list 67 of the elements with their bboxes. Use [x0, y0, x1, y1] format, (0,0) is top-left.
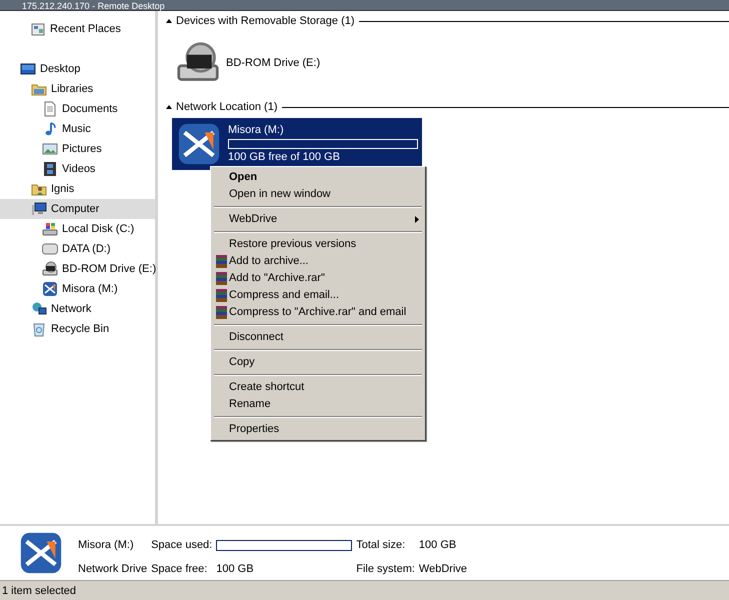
- recent-places-icon: [30, 21, 46, 37]
- sidebar-item[interactable]: Pictures: [0, 139, 155, 159]
- menu-item[interactable]: Rename: [213, 396, 423, 413]
- disc-drive-icon: [42, 261, 58, 277]
- menu-item[interactable]: Create shortcut: [213, 379, 423, 396]
- sidebar-item[interactable]: Desktop: [0, 59, 155, 79]
- document-icon: [42, 101, 58, 117]
- group-header[interactable]: Network Location (1): [176, 100, 278, 114]
- field-label: Total size:: [356, 538, 406, 552]
- sidebar-item[interactable]: Misora (M:): [0, 279, 155, 299]
- field-value: 100 GB: [216, 563, 255, 576]
- drive-type: Network Drive: [78, 563, 148, 576]
- field-label: File system:: [356, 563, 415, 576]
- sidebar-item[interactable]: Music: [0, 119, 155, 139]
- monitor-icon: [20, 61, 36, 77]
- drive-tile[interactable]: BD-ROM Drive (E:): [172, 38, 422, 88]
- field-value: WebDrive: [418, 563, 468, 576]
- sidebar-item[interactable]: Recent Places: [0, 19, 155, 39]
- menu-item[interactable]: Add to "Archive.rar": [213, 270, 423, 287]
- menu-item[interactable]: Properties: [213, 421, 423, 438]
- status-text: 1 item selected: [2, 585, 76, 597]
- group-header[interactable]: Devices with Removable Storage (1): [176, 14, 355, 28]
- recycle-bin-icon: [31, 321, 47, 337]
- menu-item[interactable]: Restore previous versions: [213, 236, 423, 253]
- window-title: 175.212.240.170 - Remote Desktop: [21, 1, 165, 11]
- collapse-arrow-icon[interactable]: [166, 19, 172, 23]
- menu-item[interactable]: Disconnect: [213, 329, 423, 346]
- computer-icon: [31, 201, 47, 217]
- drive-tile[interactable]: Misora (M:) 100 GB free of 100 GB: [172, 118, 422, 170]
- menu-item[interactable]: Open: [213, 169, 423, 186]
- sidebar-item[interactable]: Recycle Bin: [0, 319, 155, 339]
- sidebar-item[interactable]: Computer: [0, 199, 155, 219]
- menu-item[interactable]: Open in new window: [213, 186, 423, 203]
- free-space-text: 100 GB free of 100 GB: [228, 151, 341, 164]
- menu-item[interactable]: WebDrive: [213, 211, 423, 228]
- network-drive-icon: [18, 530, 64, 576]
- drive-name: Misora (M:): [78, 538, 135, 552]
- network-drive-icon: [176, 121, 222, 167]
- sidebar-item[interactable]: Local Disk (C:): [0, 219, 155, 239]
- sidebar-item[interactable]: Libraries: [0, 79, 155, 99]
- sidebar-item[interactable]: BD-ROM Drive (E:): [0, 259, 155, 279]
- books-icon: [215, 255, 228, 268]
- field-label: Space used:: [151, 538, 212, 552]
- field-value: 100 GB: [418, 538, 458, 552]
- books-icon: [215, 272, 228, 285]
- menu-item[interactable]: Add to archive...: [213, 253, 423, 270]
- sidebar-item[interactable]: Ignis: [0, 179, 155, 199]
- menu-item[interactable]: Copy: [213, 354, 423, 371]
- drive-name: Misora (M:): [228, 124, 285, 137]
- sidebar-item[interactable]: Videos: [0, 159, 155, 179]
- menu-item[interactable]: Compress to "Archive.rar" and email: [213, 304, 423, 321]
- hard-drive-icon: [42, 221, 58, 237]
- books-icon: [215, 306, 228, 319]
- sidebar-item[interactable]: DATA (D:): [0, 239, 155, 259]
- menu-item[interactable]: Compress and email...: [213, 287, 423, 304]
- books-icon: [215, 289, 228, 302]
- drive-name: BD-ROM Drive (E:): [226, 56, 320, 70]
- network-drive-icon: [42, 281, 58, 297]
- film-strip-icon: [42, 161, 58, 177]
- sidebar-item[interactable]: Network: [0, 299, 155, 319]
- submenu-arrow-icon: [415, 216, 419, 223]
- collapse-arrow-icon[interactable]: [166, 105, 172, 109]
- picture-icon: [42, 141, 58, 157]
- field-label: Space free:: [151, 563, 208, 576]
- sidebar-item[interactable]: Documents: [0, 99, 155, 119]
- network-icon: [31, 301, 47, 317]
- hard-drive-icon: [42, 241, 58, 257]
